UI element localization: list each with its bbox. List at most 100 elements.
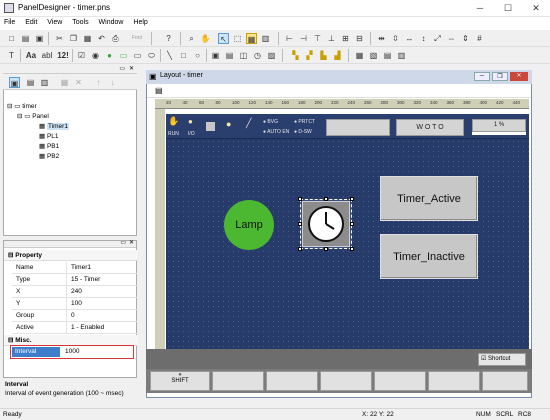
menu-view[interactable]: View: [43, 17, 66, 26]
align-left-icon[interactable]: ⊢: [284, 33, 295, 44]
center-h-icon[interactable]: ⇔: [446, 33, 457, 44]
prop-row-type[interactable]: Type 15 - Timer: [12, 274, 138, 286]
fkey-5[interactable]: [428, 371, 480, 391]
numeric-button[interactable]: 12!: [56, 50, 70, 61]
align-middle-icon[interactable]: ⊞: [340, 33, 351, 44]
prop-row-x[interactable]: X 240: [12, 286, 138, 298]
menu-tools[interactable]: Tools: [68, 17, 92, 26]
timer-inactive-button[interactable]: Timer_Inactive: [380, 234, 478, 279]
tree-root[interactable]: ⊟ ▭ timer: [7, 102, 37, 110]
resize-handle-r[interactable]: [350, 222, 354, 226]
line-tool-icon[interactable]: ╲: [164, 50, 175, 61]
display-tool-icon[interactable]: ▣: [210, 50, 221, 61]
prop-row-name[interactable]: Name Timer1: [12, 262, 138, 274]
font-label[interactable]: Font: [126, 33, 148, 44]
fkey-3[interactable]: [320, 371, 372, 391]
interval-value[interactable]: 1000: [65, 347, 79, 357]
rect-button-tool-icon[interactable]: ▭: [132, 50, 143, 61]
prop-close-icon[interactable]: ✕: [129, 239, 134, 246]
minimize-button[interactable]: ─: [466, 0, 494, 16]
tree-item-pb2[interactable]: ▦ PB2: [39, 152, 59, 160]
radio-tool-icon[interactable]: ◉: [90, 50, 101, 61]
pin-icon[interactable]: ▭: [119, 65, 125, 72]
grid-spacing-icon[interactable]: #: [474, 33, 485, 44]
lamp-pl1[interactable]: Lamp: [224, 200, 274, 250]
resource-view-icon[interactable]: ▥: [39, 77, 50, 88]
delete-item-icon[interactable]: ✕: [73, 77, 84, 88]
hand-icon[interactable]: ✋: [200, 33, 211, 44]
align-center-icon[interactable]: ⊣: [298, 33, 309, 44]
timer1-object[interactable]: [302, 201, 350, 247]
interval-row[interactable]: Interval 1000: [10, 345, 134, 359]
prop-row-group[interactable]: Group 0: [12, 310, 138, 322]
lamp-tool-icon[interactable]: ●: [104, 50, 115, 61]
tree-panel[interactable]: ⊟ ▭ Panel: [17, 112, 49, 120]
maximize-button[interactable]: ☐: [494, 0, 522, 16]
space-h-icon[interactable]: ⇹: [376, 33, 387, 44]
layout-minimize-icon[interactable]: ─: [474, 72, 490, 81]
menu-window[interactable]: Window: [95, 17, 128, 26]
shift-key[interactable]: ● SHIFT: [150, 371, 210, 391]
timer-active-button[interactable]: Timer_Active: [380, 176, 478, 221]
new-file-icon[interactable]: □: [6, 33, 17, 44]
rectangle-tool-icon[interactable]: □: [178, 50, 189, 61]
align-right-icon[interactable]: ⊤: [312, 33, 323, 44]
layout-restore-icon[interactable]: ❐: [492, 72, 508, 81]
save-icon[interactable]: ▣: [34, 33, 45, 44]
move-down-icon[interactable]: ↓: [107, 77, 118, 88]
open-folder-icon[interactable]: ▤: [20, 33, 31, 44]
menu-edit[interactable]: Edit: [21, 17, 41, 26]
properties-icon[interactable]: ▤: [382, 50, 393, 61]
prop-row-active[interactable]: Active 1 - Enabled: [12, 322, 138, 334]
help-icon[interactable]: ?: [163, 33, 174, 44]
property-section-header[interactable]: ⊟ Property: [4, 250, 138, 261]
ungroup-icon[interactable]: ▞: [304, 50, 315, 61]
layout-close-icon[interactable]: ✕: [510, 72, 528, 81]
table-tool-icon[interactable]: ▤: [224, 50, 235, 61]
pointer-icon[interactable]: ↖: [218, 33, 229, 44]
add-item-icon[interactable]: ▦: [59, 77, 70, 88]
snap-icon[interactable]: ▥: [260, 33, 271, 44]
fkey-4[interactable]: [374, 371, 426, 391]
blank-strip-button[interactable]: [326, 119, 390, 136]
tree-view-icon[interactable]: ▣: [9, 77, 20, 88]
same-size-icon[interactable]: ⤢: [432, 33, 443, 44]
prop-pin-icon[interactable]: ▭: [120, 239, 126, 246]
menu-file[interactable]: File: [0, 17, 19, 26]
button-tool-icon[interactable]: ▭: [118, 50, 129, 61]
select-area-icon[interactable]: ⬚: [232, 33, 243, 44]
grid-icon[interactable]: ▦: [246, 33, 257, 44]
image-tool-icon[interactable]: ▨: [266, 50, 277, 61]
align-bottom-icon[interactable]: ⊟: [354, 33, 365, 44]
fkey-1[interactable]: [212, 371, 264, 391]
resize-handle-tr[interactable]: [350, 197, 354, 201]
close-button[interactable]: ✕: [522, 0, 550, 16]
same-height-icon[interactable]: ↕: [418, 33, 429, 44]
shortcut-toggle[interactable]: ☑ Shortcut: [478, 353, 526, 366]
cut-icon[interactable]: ✂: [54, 33, 65, 44]
resize-handle-tl[interactable]: [298, 197, 302, 201]
resize-handle-t[interactable]: [324, 197, 328, 201]
tree-item-pb1[interactable]: ▦ PB1: [39, 142, 59, 150]
same-width-icon[interactable]: ↔: [404, 33, 415, 44]
timer-tool-icon[interactable]: ◷: [252, 50, 263, 61]
paste-icon[interactable]: ▦: [82, 33, 93, 44]
undo-icon[interactable]: ↶: [96, 33, 107, 44]
group-icon[interactable]: ▚: [290, 50, 301, 61]
doc-view-icon[interactable]: ▤: [25, 77, 36, 88]
layout-icon[interactable]: ▦: [354, 50, 365, 61]
settings-icon[interactable]: ▥: [396, 50, 407, 61]
tree-item-pl1[interactable]: ▦ PL1: [39, 132, 59, 140]
layer-icon[interactable]: ▧: [368, 50, 379, 61]
prop-row-y[interactable]: Y 100: [12, 298, 138, 310]
space-v-icon[interactable]: ⇳: [390, 33, 401, 44]
move-up-icon[interactable]: ↑: [93, 77, 104, 88]
page-icon[interactable]: ▤: [155, 86, 163, 95]
label-button[interactable]: abl: [40, 50, 54, 61]
resize-handle-bl[interactable]: [298, 247, 302, 251]
menu-help[interactable]: Help: [129, 17, 151, 26]
tree-item-timer1[interactable]: ▦ Timer1: [39, 122, 69, 130]
text-style-button[interactable]: Aa: [24, 50, 38, 61]
switch-tool-icon[interactable]: ⬭: [146, 50, 157, 61]
print-icon[interactable]: ⎙: [110, 33, 121, 44]
